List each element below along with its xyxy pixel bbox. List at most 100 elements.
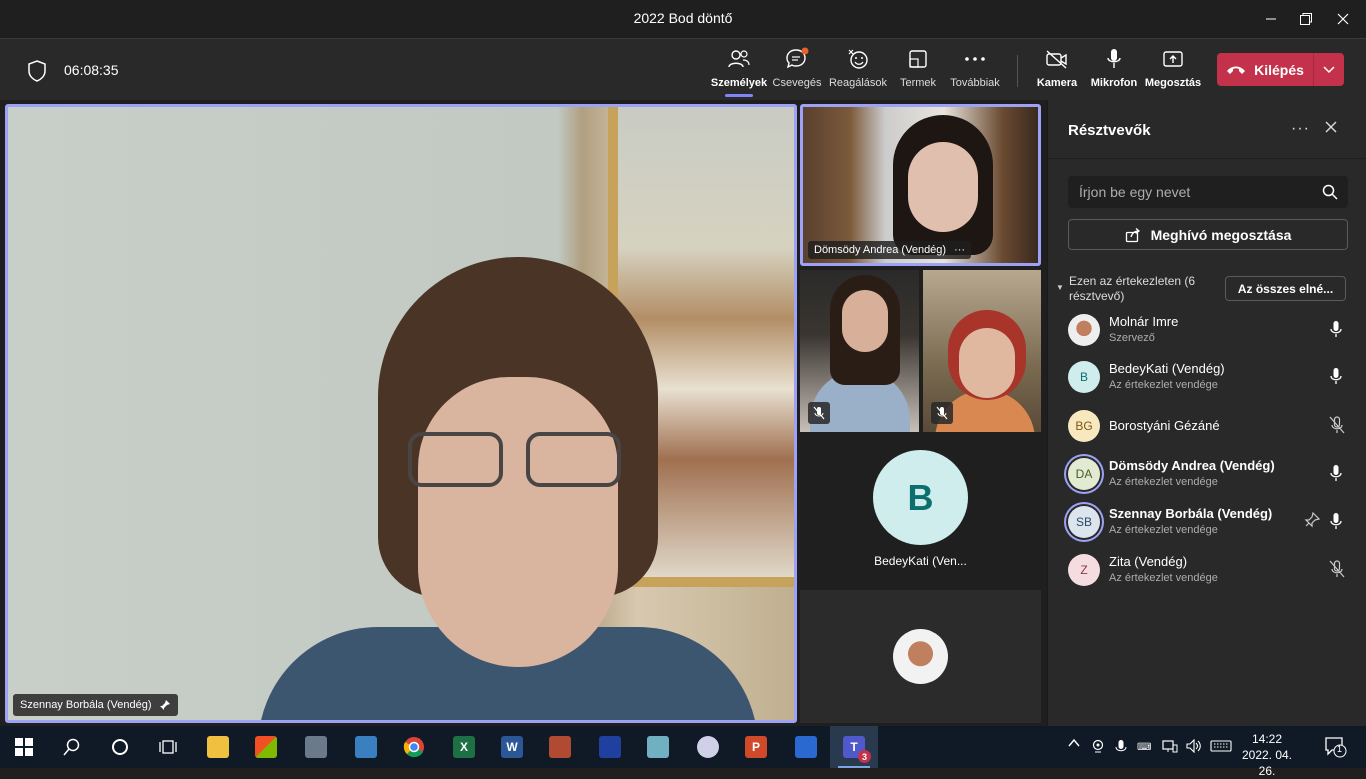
- leave-button-group: Kilépés: [1217, 53, 1344, 86]
- muted-mic-icon: [931, 402, 953, 424]
- leave-options-dropdown[interactable]: [1314, 65, 1344, 74]
- volume-icon[interactable]: [1186, 738, 1202, 756]
- keyboard-layout-icon[interactable]: ⌨: [1137, 739, 1153, 756]
- participant-row[interactable]: B BedeyKati (Vendég) Az értekezlet vendé…: [1068, 355, 1358, 399]
- video-tile-domsody-andrea[interactable]: Dömsödy Andrea (Vendég) ···: [800, 104, 1041, 266]
- task-view-icon: [159, 740, 177, 754]
- video-tile-zita[interactable]: [923, 270, 1041, 432]
- powerpoint-icon[interactable]: P: [732, 726, 780, 768]
- search-icon[interactable]: [1322, 184, 1338, 200]
- participant-row[interactable]: Molnár Imre Szervező: [1068, 308, 1358, 352]
- store-icon[interactable]: [242, 726, 290, 768]
- participant-search: [1068, 176, 1348, 208]
- participant-row[interactable]: Z Zita (Vendég) Az értekezlet vendége: [1068, 548, 1358, 592]
- action-center-button[interactable]: 1: [1324, 736, 1348, 761]
- pin-icon: [160, 700, 171, 710]
- andrea-name-label: Dömsödy Andrea (Vendég) ···: [808, 241, 972, 259]
- pinned-video-tile[interactable]: Szennay Borbála (Vendég): [5, 104, 797, 723]
- camera-toggle[interactable]: Kamera: [1035, 45, 1079, 97]
- people-button[interactable]: Személyek: [711, 45, 767, 97]
- meeting-timer: 06:08:35: [64, 62, 119, 78]
- avatar-tile-molnar-imre[interactable]: [800, 590, 1041, 723]
- video-tile-participant[interactable]: [800, 270, 919, 432]
- close-icon: [1325, 121, 1337, 133]
- window-title: 2022 Bod döntő: [633, 10, 733, 26]
- excel-icon[interactable]: X: [440, 726, 488, 768]
- word-icon[interactable]: W: [488, 726, 536, 768]
- teams-icon[interactable]: T3: [830, 726, 878, 768]
- app-icon[interactable]: [634, 726, 682, 768]
- panel-close-button[interactable]: [1324, 120, 1338, 139]
- shield-icon: [26, 59, 48, 88]
- tile-more-icon[interactable]: ···: [954, 244, 965, 256]
- microphone-off-icon: [1329, 416, 1345, 434]
- share-invite-button[interactable]: Meghívó megosztása: [1068, 219, 1348, 250]
- teams-badge: 3: [858, 750, 871, 763]
- rooms-button[interactable]: Termek: [897, 45, 939, 97]
- share-screen-icon: [1161, 45, 1185, 73]
- mail-icon[interactable]: [782, 726, 830, 768]
- participant-row[interactable]: SB Szennay Borbála (Vendég) Az értekezle…: [1068, 500, 1358, 544]
- leave-button[interactable]: Kilépés: [1217, 53, 1313, 86]
- chevron-up-icon: [1068, 738, 1080, 747]
- windows-logo-icon: [15, 738, 33, 756]
- search-input[interactable]: [1068, 176, 1308, 208]
- restore-icon: [1300, 13, 1312, 25]
- windows-taskbar: X W P T3 ⌨ 14:22 2022. 04. 26. 1: [0, 726, 1366, 778]
- participant-row[interactable]: BG Borostyáni Gézáné: [1068, 404, 1358, 448]
- section-collapse-icon[interactable]: ▼: [1056, 283, 1064, 292]
- microphone-toggle[interactable]: Mikrofon: [1089, 45, 1139, 97]
- chat-button[interactable]: Csevegés: [773, 45, 821, 97]
- close-window-button[interactable]: [1320, 0, 1366, 38]
- pin-icon[interactable]: [1304, 512, 1320, 528]
- remote-desktop-icon[interactable]: [342, 726, 390, 768]
- meeting-toolbar: 06:08:35 Személyek Csevegés Reagálások T…: [0, 38, 1366, 100]
- notification-count: 1: [1337, 744, 1343, 754]
- microphone-icon: [1330, 465, 1342, 481]
- avatar: [893, 629, 948, 684]
- svg-text:⌨: ⌨: [1137, 742, 1151, 753]
- network-icon[interactable]: [1162, 739, 1178, 756]
- paint-icon[interactable]: [536, 726, 584, 768]
- paint-3d-icon[interactable]: [684, 726, 732, 768]
- show-hidden-icons-button[interactable]: [1068, 737, 1080, 751]
- app-icon[interactable]: [586, 726, 634, 768]
- avatar: BG: [1068, 410, 1100, 442]
- chrome-icon[interactable]: [390, 726, 438, 768]
- microphone-icon: [1330, 321, 1342, 337]
- start-button[interactable]: [0, 726, 48, 768]
- participant-row[interactable]: DA Dömsödy Andrea (Vendég) Az értekezlet…: [1068, 452, 1358, 496]
- camera-off-icon: [1044, 45, 1070, 73]
- mute-all-button[interactable]: Az összes elné...: [1225, 276, 1346, 301]
- microphone-tray-icon[interactable]: [1115, 739, 1127, 758]
- tile-name-label: BedeyKati (Ven...: [874, 554, 967, 568]
- hang-up-icon: [1227, 66, 1246, 74]
- touch-keyboard-icon[interactable]: [1210, 739, 1232, 756]
- microphone-icon: [1330, 513, 1342, 529]
- avatar-tile-bedeykati[interactable]: B BedeyKati (Ven...: [800, 436, 1041, 586]
- close-icon: [1337, 13, 1349, 25]
- file-explorer-icon[interactable]: [194, 726, 242, 768]
- more-icon: [964, 45, 986, 73]
- reactions-button[interactable]: Reagálások: [829, 45, 887, 97]
- task-view-button[interactable]: [144, 726, 192, 768]
- microphone-icon: [1330, 368, 1342, 384]
- camera-tray-icon[interactable]: [1091, 739, 1105, 756]
- search-icon: [63, 738, 80, 756]
- avatar: B: [1068, 361, 1100, 393]
- chevron-down-icon: [1323, 65, 1335, 73]
- panel-more-icon[interactable]: ···: [1291, 120, 1310, 138]
- taskbar-search-button[interactable]: [48, 726, 96, 768]
- system-clock[interactable]: 14:22 2022. 04. 26.: [1236, 731, 1298, 779]
- main-video-name-label: Szennay Borbála (Vendég): [13, 694, 179, 716]
- avatar: DA: [1068, 458, 1100, 490]
- share-button[interactable]: Megosztás: [1145, 45, 1201, 97]
- calculator-icon[interactable]: [292, 726, 340, 768]
- title-bar: 2022 Bod döntő: [0, 0, 1366, 38]
- minimize-icon: [1266, 18, 1276, 20]
- cortana-button[interactable]: [96, 726, 144, 768]
- cortana-icon: [112, 739, 128, 755]
- people-icon: [727, 45, 751, 73]
- more-actions-button[interactable]: Továbbiak: [947, 45, 1003, 97]
- avatar: SB: [1068, 506, 1100, 538]
